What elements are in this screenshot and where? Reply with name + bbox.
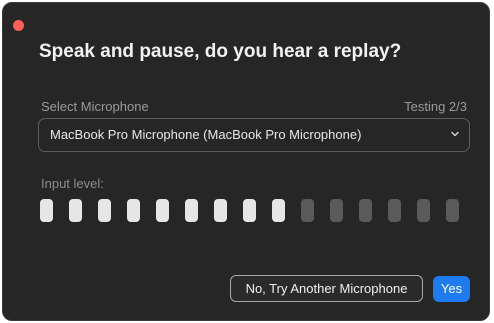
close-window-button[interactable] bbox=[13, 20, 24, 31]
testing-progress-label: Testing 2/3 bbox=[404, 99, 467, 114]
input-level-segment bbox=[40, 199, 53, 222]
input-level-segment bbox=[330, 199, 343, 222]
input-level-segment bbox=[359, 199, 372, 222]
input-level-label: Input level: bbox=[41, 176, 104, 191]
input-level-segment bbox=[214, 199, 227, 222]
input-level-segment bbox=[69, 199, 82, 222]
input-level-segment bbox=[127, 199, 140, 222]
input-level-segment bbox=[98, 199, 111, 222]
select-microphone-label: Select Microphone bbox=[41, 99, 149, 114]
input-level-segment bbox=[388, 199, 401, 222]
microphone-select-value: MacBook Pro Microphone (MacBook Pro Micr… bbox=[50, 127, 362, 142]
input-level-segment bbox=[243, 199, 256, 222]
test-microphone-dialog: Speak and pause, do you hear a replay? S… bbox=[2, 2, 490, 321]
chevron-down-icon bbox=[451, 131, 459, 137]
input-level-segment bbox=[272, 199, 285, 222]
input-level-segment bbox=[156, 199, 169, 222]
yes-button[interactable]: Yes bbox=[433, 276, 470, 302]
input-level-segment bbox=[446, 199, 459, 222]
dialog-title: Speak and pause, do you hear a replay? bbox=[39, 41, 402, 62]
input-level-segment bbox=[301, 199, 314, 222]
try-another-microphone-button[interactable]: No, Try Another Microphone bbox=[230, 275, 423, 302]
input-level-segment bbox=[417, 199, 430, 222]
input-level-segment bbox=[185, 199, 198, 222]
microphone-select[interactable]: MacBook Pro Microphone (MacBook Pro Micr… bbox=[38, 118, 470, 152]
